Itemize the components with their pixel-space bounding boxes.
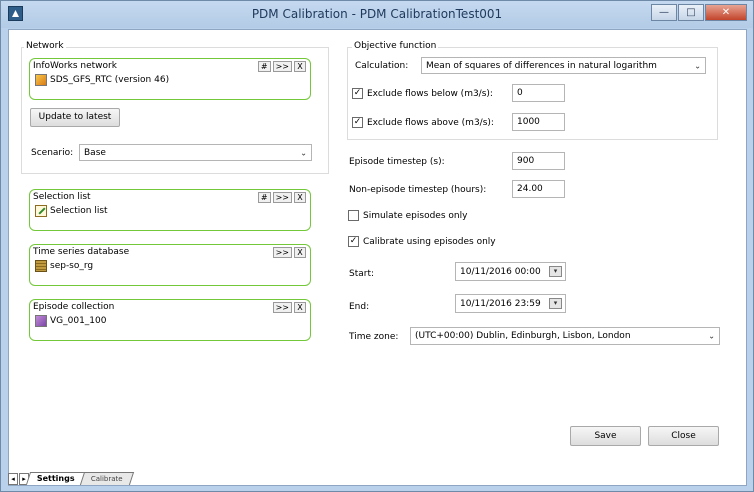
start-label: Start:	[349, 269, 375, 279]
calculation-select[interactable]: Mean of squares of differences in natura…	[421, 57, 706, 74]
scenario-value: Base	[84, 147, 106, 158]
time-series-item[interactable]: sep-so_rg	[35, 260, 93, 272]
exclude-below-label: Exclude flows below (m3/s):	[367, 89, 493, 99]
time-zone-label: Time zone:	[349, 332, 399, 342]
calendar-icon[interactable]: ▾	[549, 266, 562, 277]
tab-strip: ◂ ▸ Settings Calibrate	[8, 471, 134, 485]
time-zone-value: (UTC+00:00) Dublin, Edinburgh, Lisbon, L…	[415, 331, 631, 341]
selection-list-box[interactable]: Selection list # >> X Selection list	[29, 189, 311, 231]
episode-collection-title: Episode collection	[33, 302, 115, 312]
tab-settings-label: Settings	[36, 474, 75, 483]
non-episode-timestep-label: Non-episode timestep (hours):	[349, 185, 487, 195]
update-to-latest-button[interactable]: Update to latest	[30, 108, 120, 127]
episode-timestep-input[interactable]: 900	[512, 152, 565, 170]
chevron-down-icon: ⌄	[300, 148, 307, 157]
infoworks-network-name: SDS_GFS_RTC (version 46)	[50, 75, 170, 85]
selection-list-more-button[interactable]: >>	[272, 192, 292, 203]
infoworks-network-box[interactable]: InfoWorks network # >> X SDS_GFS_RTC (ve…	[29, 58, 311, 100]
pdm-calibration-window: PDM Calibration - PDM CalibrationTest001…	[0, 0, 754, 492]
network-icon	[35, 74, 47, 86]
infoworks-hash-button[interactable]: #	[257, 61, 271, 72]
infoworks-remove-button[interactable]: X	[294, 61, 306, 72]
time-series-database-box[interactable]: Time series database >> X sep-so_rg	[29, 244, 311, 286]
time-series-more-button[interactable]: >>	[272, 247, 292, 258]
close-button[interactable]: Close	[648, 426, 719, 446]
calibrate-episodes-checkbox[interactable]: ✓	[348, 236, 359, 247]
calibrate-episodes-label: Calibrate using episodes only	[363, 237, 496, 247]
exclude-above-label: Exclude flows above (m3/s):	[367, 118, 494, 128]
simulate-episodes-label: Simulate episodes only	[363, 211, 468, 221]
selection-list-icon	[35, 205, 47, 217]
objective-function-label: Objective function	[352, 41, 439, 51]
exclude-below-checkbox[interactable]: ✓	[352, 88, 363, 99]
episode-collection-more-button[interactable]: >>	[272, 302, 292, 313]
start-date-picker[interactable]: 10/11/2016 00:00 ▾	[455, 262, 566, 281]
window-controls: — □ ✕	[651, 4, 747, 21]
exclude-below-input[interactable]: 0	[512, 84, 565, 102]
episode-collection-buttons: >> X	[272, 302, 306, 313]
save-button[interactable]: Save	[570, 426, 641, 446]
infoworks-network-item[interactable]: SDS_GFS_RTC (version 46)	[35, 74, 169, 86]
chevron-down-icon: ⌄	[694, 61, 701, 70]
time-series-buttons: >> X	[272, 247, 306, 258]
episode-collection-icon	[35, 315, 47, 327]
time-zone-select[interactable]: (UTC+00:00) Dublin, Edinburgh, Lisbon, L…	[410, 327, 720, 345]
tab-scroll-left-icon[interactable]: ◂	[8, 473, 18, 485]
maximize-button[interactable]: □	[678, 4, 704, 21]
calculation-label: Calculation:	[355, 61, 409, 71]
selection-list-buttons: # >> X	[257, 192, 306, 203]
end-label: End:	[349, 302, 370, 312]
episode-collection-name: VG_001_100	[50, 316, 107, 326]
infoworks-network-buttons: # >> X	[257, 61, 306, 72]
tab-calibrate[interactable]: Calibrate	[79, 472, 134, 485]
close-window-button[interactable]: ✕	[705, 4, 747, 21]
time-series-database-title: Time series database	[33, 247, 130, 257]
start-date-value: 10/11/2016 00:00	[460, 266, 541, 277]
episode-timestep-label: Episode timestep (s):	[349, 157, 445, 167]
database-icon	[35, 260, 47, 272]
calculation-value: Mean of squares of differences in natura…	[426, 60, 657, 71]
selection-list-title: Selection list	[33, 192, 91, 202]
end-date-picker[interactable]: 10/11/2016 23:59 ▾	[455, 294, 566, 313]
episode-collection-item[interactable]: VG_001_100	[35, 315, 107, 327]
infoworks-network-title: InfoWorks network	[33, 61, 117, 71]
window-title: PDM Calibration - PDM CalibrationTest001	[251, 7, 503, 21]
non-episode-timestep-input[interactable]: 24.00	[512, 180, 565, 198]
time-series-remove-button[interactable]: X	[294, 247, 306, 258]
simulate-episodes-checkbox[interactable]	[348, 210, 359, 221]
scenario-select[interactable]: Base ⌄	[79, 144, 312, 161]
exclude-above-input[interactable]: 1000	[512, 113, 565, 131]
minimize-button[interactable]: —	[651, 4, 677, 21]
infoworks-more-button[interactable]: >>	[272, 61, 292, 72]
selection-list-remove-button[interactable]: X	[294, 192, 306, 203]
exclude-above-checkbox[interactable]: ✓	[352, 117, 363, 128]
tab-settings[interactable]: Settings	[25, 472, 86, 485]
episode-collection-remove-button[interactable]: X	[294, 302, 306, 313]
title-bar[interactable]: PDM Calibration - PDM CalibrationTest001…	[1, 1, 753, 28]
time-series-name: sep-so_rg	[50, 261, 94, 271]
network-group-label: Network	[24, 41, 66, 51]
selection-list-item[interactable]: Selection list	[35, 205, 108, 217]
chevron-down-icon: ⌄	[708, 331, 715, 341]
scenario-label: Scenario:	[31, 148, 74, 158]
selection-list-hash-button[interactable]: #	[257, 192, 271, 203]
dialog-body: Network InfoWorks network # >> X SDS_GFS…	[8, 29, 747, 486]
tab-calibrate-label: Calibrate	[90, 475, 123, 483]
end-date-value: 10/11/2016 23:59	[460, 298, 541, 309]
selection-list-name: Selection list	[50, 206, 108, 216]
calendar-icon[interactable]: ▾	[549, 298, 562, 309]
episode-collection-box[interactable]: Episode collection >> X VG_001_100	[29, 299, 311, 341]
